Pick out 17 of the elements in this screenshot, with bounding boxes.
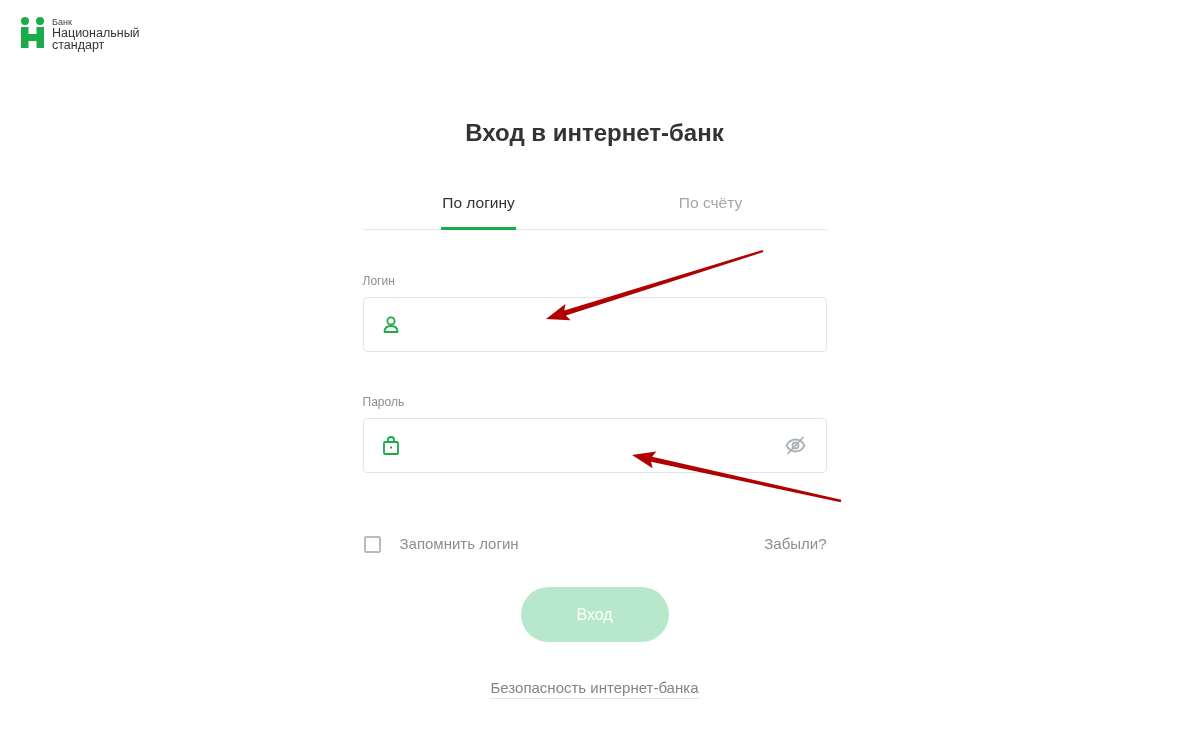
field-label: Логин bbox=[362, 273, 396, 289]
checkbox-label: Запомнить логин bbox=[399, 533, 519, 554]
forgot-link[interactable]: Забыли? bbox=[764, 532, 827, 556]
tab[interactable]: По логину bbox=[441, 193, 516, 230]
logo-icon bbox=[21, 17, 44, 48]
person-icon bbox=[382, 316, 399, 333]
security-link[interactable]: Безопасность интернет-банка bbox=[490, 679, 699, 699]
logo-name: Национальный стандарт bbox=[52, 27, 140, 51]
login-field[interactable] bbox=[362, 297, 827, 352]
eye-slash-icon[interactable] bbox=[784, 436, 806, 455]
password-field[interactable] bbox=[362, 418, 827, 473]
lock-icon bbox=[382, 436, 399, 455]
tab[interactable]: По счёту bbox=[677, 193, 744, 230]
checkbox[interactable] bbox=[363, 535, 381, 553]
logo-caption: Банк bbox=[52, 17, 73, 27]
field-label: Пароль bbox=[362, 394, 406, 410]
page-title: Вход в интернет-банк bbox=[464, 118, 725, 148]
